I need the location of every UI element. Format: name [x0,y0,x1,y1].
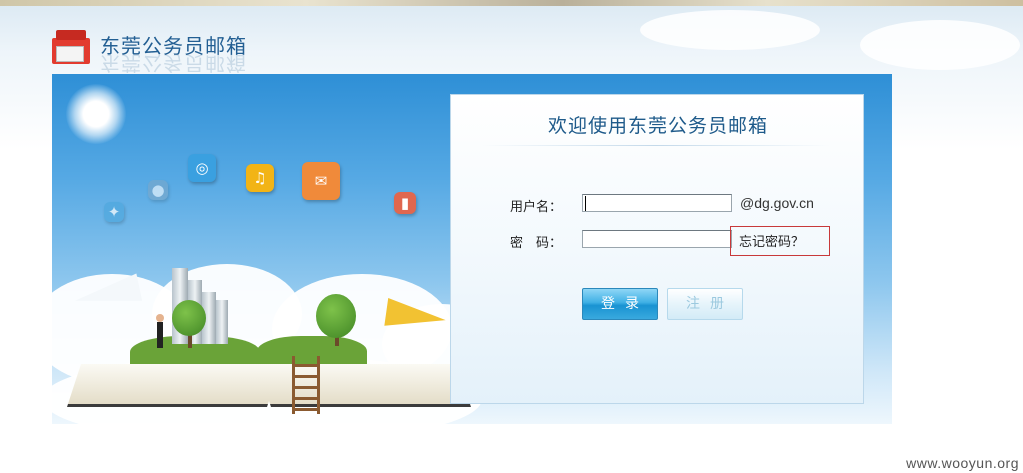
mailbox-logo-icon [52,30,92,64]
username-input[interactable] [582,194,732,212]
building [216,300,228,344]
watermark: www.wooyun.org [906,455,1019,471]
top-edge-strip [0,0,1023,6]
sun-icon [66,84,126,144]
tree [316,294,356,338]
ladder [292,356,320,414]
open-book-left-page [67,364,281,407]
open-book-right-page [257,364,471,407]
person-figure [156,314,164,322]
heading-divider [481,145,831,146]
sky-cloud [640,10,820,50]
sky-cloud [860,20,1020,70]
register-button[interactable]: 注册 [667,288,743,320]
login-heading: 欢迎使用东莞公务员邮箱 [547,115,768,137]
tree [172,300,206,336]
text-caret [585,196,586,211]
phone-icon: ▮ [394,192,416,214]
globe-icon: ◎ [188,154,216,182]
contact-icon: ● [148,180,168,200]
password-input[interactable] [582,230,732,248]
compass-icon: ✦ [104,202,124,222]
annotation-highlight-box [730,226,830,256]
username-label: 用户名： [510,200,563,215]
email-domain-suffix: @dg.gov.cn [740,195,814,211]
person-figure-body [157,322,163,348]
login-button[interactable]: 登录 [582,288,658,320]
music-icon: ♫ [246,164,274,192]
password-label: 密 码： [510,236,563,251]
mail-icon: ✉ [302,162,340,200]
